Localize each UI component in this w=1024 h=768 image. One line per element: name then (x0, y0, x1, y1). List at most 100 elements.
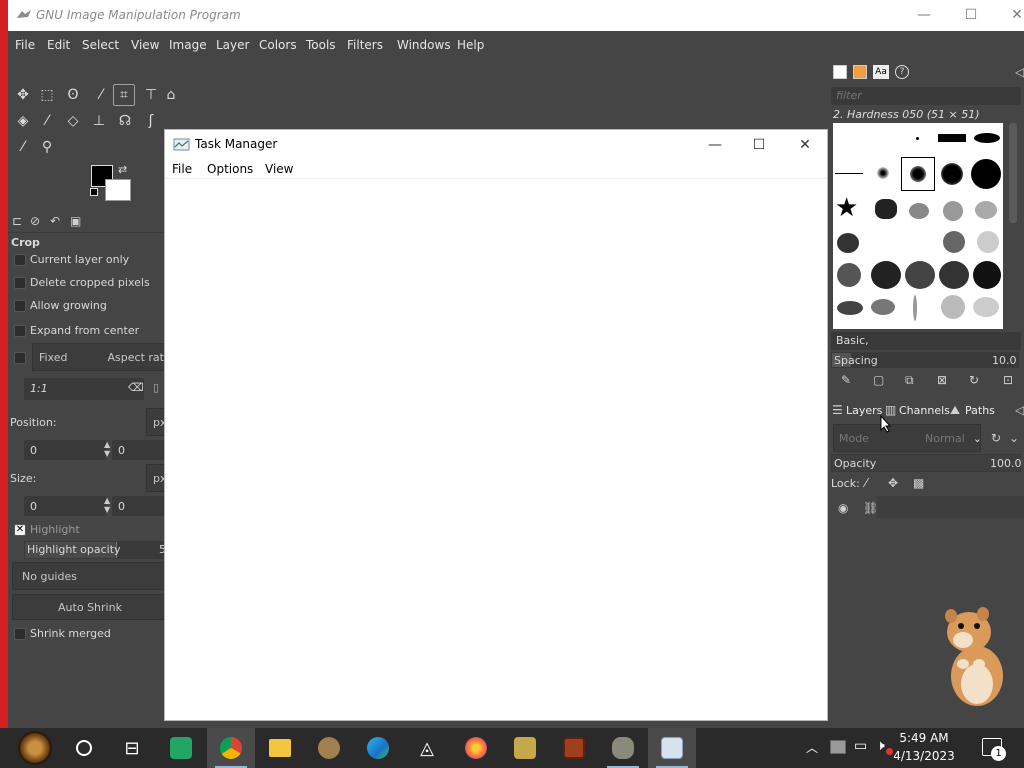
menu-edit[interactable]: Edit (47, 38, 70, 52)
delete-brush-icon[interactable]: ⊠ (937, 373, 947, 387)
brush-thumb[interactable] (941, 163, 963, 185)
brush-thumb[interactable] (939, 261, 969, 289)
taskbar-app-media[interactable] (550, 728, 598, 768)
taskbar-app-picture[interactable] (501, 728, 549, 768)
edit-brush-icon[interactable]: ✎ (841, 373, 851, 387)
brush-thumb[interactable] (973, 261, 1001, 289)
zoom-tool-icon[interactable]: ⚲ (36, 136, 58, 158)
eraser-tool-icon[interactable]: ◇ (62, 110, 84, 132)
taskbar-clock-time[interactable]: 5:49 AM (888, 731, 960, 745)
layer-row[interactable] (877, 496, 1024, 518)
menu-filters[interactable]: Filters (347, 38, 383, 52)
menu-windows[interactable]: Windows (397, 38, 451, 52)
task-view-button[interactable]: ⊟ (108, 728, 156, 768)
task-manager-menu-file[interactable]: File (172, 162, 192, 176)
task-manager-menu-options[interactable]: Options (207, 162, 253, 176)
brush-thumb[interactable] (916, 137, 919, 140)
layers-dock-menu-icon[interactable]: ◁ (1015, 403, 1024, 417)
gimp-titlebar[interactable]: GNU Image Manipulation Program — ☐ ✕ (0, 0, 1024, 31)
color-picker-tool-icon[interactable]: ⁄ (12, 136, 34, 158)
task-manager-close-icon[interactable]: ✕ (783, 132, 827, 158)
search-button[interactable] (60, 728, 108, 768)
swap-colors-icon[interactable]: ⇄ (118, 163, 127, 176)
task-manager-window[interactable]: Task Manager — ☐ ✕ File Options View (164, 129, 828, 721)
tab-paths[interactable]: Paths (965, 404, 995, 417)
menu-image[interactable]: Image (169, 38, 207, 52)
opacity-slider[interactable]: Opacity 100.0 (831, 454, 1022, 472)
shrink-merged-checkbox[interactable] (14, 628, 26, 640)
rect-select-tool-icon[interactable]: ⬚ (36, 84, 58, 106)
brush-thumb[interactable] (974, 133, 1000, 143)
undo-history-tab-icon[interactable]: ↶ (50, 214, 60, 228)
mode-chevron-down-icon[interactable]: ⌄ (1009, 431, 1019, 445)
taskbar-app-edge[interactable] (354, 728, 402, 768)
brush-thumb-selected[interactable] (901, 157, 935, 191)
lasso-tool-icon[interactable]: ʘ (62, 84, 84, 106)
taskbar-app-firefox[interactable] (452, 728, 500, 768)
highlight-opacity-slider[interactable]: Highlight opacity 5 (24, 541, 168, 559)
brush-filter-input[interactable]: filter (831, 87, 1021, 105)
layer-visibility-eye-icon[interactable]: ◉ (838, 501, 848, 515)
tab-channels[interactable]: Channels (899, 404, 950, 417)
menu-file[interactable]: File (15, 38, 35, 52)
brush-thumb[interactable] (837, 233, 859, 253)
fixed-aspect-dropdown[interactable]: Fixed Aspect ratio (32, 343, 168, 371)
lock-pixels-icon[interactable]: ⁄ (865, 476, 867, 490)
highlight-checkbox[interactable]: ✕ (14, 524, 26, 536)
portrait-landscape-icon[interactable]: ▯ (153, 381, 159, 394)
brush-grid-scrollbar[interactable] (1009, 123, 1017, 223)
fonts-tab-icon[interactable]: Aa (873, 65, 889, 79)
maximize-icon[interactable]: ☐ (948, 3, 994, 27)
brush-thumb[interactable] (943, 231, 965, 253)
taskbar-app-sheets[interactable] (157, 728, 205, 768)
move-tool-icon[interactable]: ✥ (12, 84, 34, 106)
task-manager-minimize-icon[interactable]: — (693, 132, 737, 158)
brush-thumb[interactable] (943, 201, 963, 221)
star-brush-thumb[interactable]: ★ (835, 195, 858, 221)
fixed-checkbox[interactable] (14, 352, 26, 364)
brush-thumb[interactable] (871, 299, 895, 315)
brush-thumb[interactable] (909, 203, 929, 219)
brush-tag-input[interactable]: Basic, (831, 332, 1021, 350)
brush-thumb[interactable] (971, 159, 1001, 189)
delete-cropped-pixels-checkbox[interactable] (14, 277, 26, 289)
refresh-brushes-icon[interactable]: ↻ (969, 373, 979, 387)
size-h-input[interactable]: 0 (112, 496, 168, 516)
size-w-input[interactable]: 0 (24, 496, 106, 516)
menu-layer[interactable]: Layer (216, 38, 249, 52)
new-brush-icon[interactable]: ▢ (873, 373, 884, 387)
duplicate-brush-icon[interactable]: ⧉ (905, 373, 914, 388)
ratio-input[interactable]: 1:1 (24, 378, 144, 400)
start-button[interactable] (10, 728, 60, 768)
brush-thumb[interactable] (871, 261, 901, 289)
brush-thumb[interactable] (837, 263, 861, 287)
taskbar-app-gimp[interactable] (599, 728, 647, 768)
dock-menu-icon[interactable]: ◁ (1015, 65, 1024, 79)
minimize-icon[interactable]: — (901, 3, 947, 27)
taskbar-app-task-manager[interactable] (648, 728, 696, 768)
lock-alpha-icon[interactable]: ▩ (913, 476, 924, 490)
layer-chain-icon[interactable]: ⛓ (863, 501, 878, 515)
device-status-tab-icon[interactable]: ⊘ (30, 214, 40, 228)
paintbrush-tool-icon[interactable]: ⁄ (36, 110, 58, 132)
mode-switch-icon[interactable]: ↻ (991, 431, 1001, 445)
brush-thumb[interactable] (977, 231, 999, 253)
brush-thumb[interactable] (941, 295, 965, 319)
taskbar-app-game[interactable] (305, 728, 353, 768)
bucket-fill-tool-icon[interactable]: ◈ (12, 110, 34, 132)
images-tab-icon[interactable]: ▣ (70, 214, 81, 228)
clone-tool-icon[interactable]: ⊥ (88, 110, 110, 132)
position-x-input[interactable]: 0 (24, 440, 106, 460)
warp-tool-icon[interactable]: ⌂ (166, 84, 176, 106)
brushes-tab-icon[interactable] (833, 65, 847, 79)
patterns-tab-icon[interactable] (853, 65, 867, 79)
show-hidden-icons-chevron-up-icon[interactable]: ︿ (806, 739, 818, 756)
volume-muted-icon[interactable]: 🕨 (876, 738, 885, 754)
crop-tool-icon[interactable]: ⌗ (113, 84, 135, 106)
menu-help[interactable]: Help (457, 38, 484, 52)
allow-growing-checkbox[interactable] (14, 300, 26, 312)
task-manager-menu-view[interactable]: View (265, 162, 293, 176)
close-icon[interactable]: ✕ (994, 3, 1024, 27)
help-tab-icon[interactable]: ? (895, 65, 909, 79)
brush-thumb[interactable] (875, 199, 897, 219)
